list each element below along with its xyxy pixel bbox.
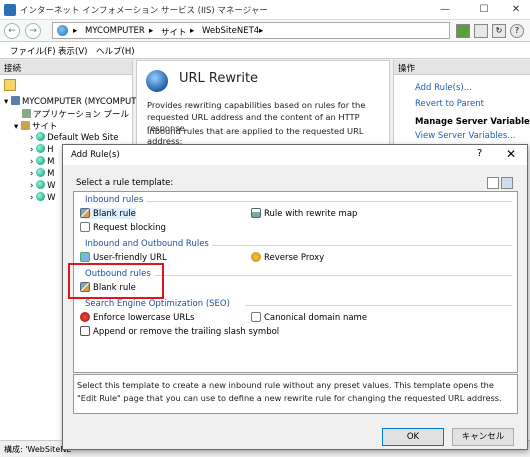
group-divider	[246, 305, 512, 306]
inbound-rules-caption: Inbound rules that are applied to the re…	[147, 126, 364, 146]
action-view-server-variables[interactable]: View Server Variables...	[415, 131, 515, 141]
globe-icon	[57, 25, 68, 36]
site-icon	[36, 144, 46, 153]
template-user-friendly-url[interactable]: User-friendly URL	[80, 252, 167, 263]
tree-item-site[interactable]: › M	[30, 156, 54, 167]
window-titlebar: インターネット インフォメーション サービス (IIS) マネージャー — ☐ …	[0, 0, 530, 20]
back-button[interactable]: ←	[4, 23, 20, 39]
menu-view[interactable]: 表示(V)	[58, 45, 87, 57]
site-icon	[36, 156, 46, 165]
breadcrumb[interactable]: ▸ MYCOMPUTER ▸ サイト ▸ WebSiteNET4 ▸	[52, 22, 450, 39]
feature-pane: URL Rewrite Provides rewriting capabilit…	[136, 60, 390, 150]
tree-item-site[interactable]: › M	[30, 168, 54, 179]
menu-file[interactable]: ファイル(F)	[10, 45, 56, 57]
dialog-help-button[interactable]: ?	[477, 148, 482, 159]
canonical-domain-icon	[251, 312, 261, 322]
lowercase-icon	[80, 312, 90, 322]
group-seo: Search Engine Optimization (SEO)	[85, 299, 230, 309]
trailing-slash-icon	[80, 326, 90, 336]
group-inbound-rules: Inbound rules	[85, 195, 144, 205]
template-enforce-lowercase[interactable]: Enforce lowercase URLs	[80, 312, 194, 323]
actions-header: 操作	[394, 60, 530, 75]
tree-item-site[interactable]: › H	[30, 144, 54, 155]
crumb-sites[interactable]: サイト	[161, 26, 187, 38]
forward-button[interactable]: →	[25, 23, 41, 39]
tree-item-site[interactable]: › W	[30, 192, 56, 203]
action-revert-to-parent[interactable]: Revert to Parent	[415, 99, 484, 109]
crumb-computer[interactable]: MYCOMPUTER	[85, 26, 145, 36]
iis-app-icon	[4, 4, 16, 16]
connections-header: 接続	[0, 60, 132, 75]
template-reverse-proxy[interactable]: Reverse Proxy	[251, 252, 324, 263]
blank-rule-icon	[80, 208, 90, 218]
window-title: インターネット インフォメーション サービス (IIS) マネージャー	[20, 6, 268, 16]
tree-item-site[interactable]: › W	[30, 180, 56, 191]
site-icon	[36, 168, 46, 177]
mail-icon[interactable]	[474, 24, 488, 38]
group-divider	[212, 245, 512, 246]
annotation-highlight-box	[68, 263, 164, 299]
site-icon	[36, 192, 46, 201]
crumb-separator: ▸	[259, 26, 264, 36]
template-canonical-domain[interactable]: Canonical domain name	[251, 312, 367, 323]
url-rewrite-globe-icon	[146, 70, 168, 92]
crumb-separator: ▸	[149, 26, 154, 36]
tree-item-sites[interactable]: ▾ サイト	[14, 120, 57, 132]
template-request-blocking[interactable]: Request blocking	[80, 222, 166, 233]
tile-view-icon[interactable]	[501, 177, 513, 189]
dialog-close-button[interactable]: ✕	[506, 147, 516, 161]
menu-bar: ファイル(F) 表示(V) ヘルプ(H)	[0, 42, 530, 59]
template-description: Select this template to create a new inb…	[77, 380, 502, 403]
help-icon[interactable]: ?	[510, 24, 524, 38]
template-trailing-slash[interactable]: Append or remove the trailing slash symb…	[80, 326, 279, 337]
sites-folder-icon	[20, 121, 30, 130]
maximize-button[interactable]: ☐	[472, 3, 496, 17]
request-blocking-icon	[80, 222, 90, 232]
tree-item-app-pools[interactable]: アプリケーション プール	[22, 108, 129, 120]
cancel-button[interactable]: キャンセル	[452, 428, 514, 446]
computer-icon	[10, 96, 20, 105]
template-description-box: Select this template to create a new inb…	[73, 374, 518, 414]
ok-button[interactable]: OK	[382, 428, 444, 446]
tree-item-computer[interactable]: ▾ MYCOMPUTER (MYCOMPUTE	[4, 96, 142, 107]
action-add-rules[interactable]: Add Rule(s)...	[415, 83, 472, 93]
crumb-website[interactable]: WebSiteNET4	[202, 26, 259, 36]
site-icon	[36, 180, 46, 189]
app-pool-icon	[22, 109, 31, 118]
menu-help[interactable]: ヘルプ(H)	[96, 45, 135, 57]
group-divider	[146, 201, 512, 202]
address-bar: ← → ▸ MYCOMPUTER ▸ サイト ▸ WebSiteNET4 ▸ ↻…	[0, 20, 530, 42]
dialog-titlebar: Add Rule(s) ? ✕	[63, 145, 527, 165]
dialog-title: Add Rule(s)	[71, 150, 120, 160]
group-inbound-outbound-rules: Inbound and Outbound Rules	[85, 239, 209, 249]
action-section-server-variables: Manage Server Variables	[415, 117, 530, 127]
group-divider	[154, 275, 512, 276]
crumb-separator: ▸	[190, 26, 195, 36]
folder-icon[interactable]	[4, 79, 16, 91]
minimize-button[interactable]: —	[433, 3, 457, 17]
details-view-icon[interactable]	[487, 177, 499, 189]
page-title: URL Rewrite	[179, 71, 259, 86]
network-icon[interactable]	[456, 24, 470, 38]
reverse-proxy-icon	[251, 252, 261, 262]
site-icon	[36, 132, 46, 141]
select-template-label: Select a rule template:	[76, 178, 174, 188]
crumb-separator: ▸	[73, 26, 78, 36]
rewrite-map-icon	[251, 208, 261, 218]
close-window-button[interactable]: ✕	[504, 3, 528, 17]
template-rule-with-rewrite-map[interactable]: Rule with rewrite map	[251, 208, 357, 219]
template-blank-rule-inbound[interactable]: Blank rule	[80, 208, 136, 219]
user-friendly-url-icon	[80, 252, 90, 262]
tree-item-default-site[interactable]: › Default Web Site	[30, 132, 118, 143]
refresh-icon[interactable]: ↻	[492, 24, 506, 38]
